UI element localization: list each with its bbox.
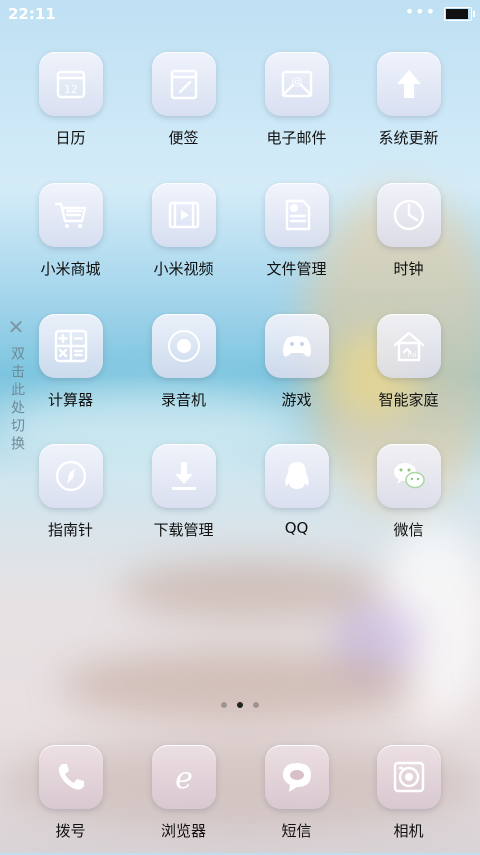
dock-camera[interactable]: 相机 (352, 745, 465, 855)
svg-text:e: e (175, 761, 193, 795)
download-icon[interactable] (151, 444, 216, 508)
status-bar: 22:11 ••• (0, 0, 480, 28)
app-clock[interactable]: 时钟 (352, 183, 465, 293)
app-gamepad[interactable]: 游戏 (240, 314, 353, 424)
file-manager-icon[interactable] (264, 183, 329, 247)
calendar-icon[interactable]: 12 (38, 52, 103, 116)
status-time: 22:11 (8, 5, 56, 23)
app-video[interactable]: 小米视频 (127, 183, 240, 293)
app-calendar[interactable]: 12 日历 (14, 52, 127, 162)
app-label: 下载管理 (153, 521, 214, 539)
page-indicator (0, 702, 480, 708)
app-label: 电子邮件 (266, 129, 327, 147)
app-shopping-cart[interactable]: 小米商城 (14, 183, 127, 293)
battery-icon (444, 7, 475, 21)
gamepad-icon[interactable] (264, 314, 329, 378)
phone-icon[interactable] (38, 745, 103, 809)
browser-icon[interactable]: e (151, 745, 216, 809)
smart-home-icon[interactable]: mi (376, 314, 441, 378)
wechat-icon[interactable] (376, 444, 441, 508)
dock-browser[interactable]: e 浏览器 (127, 745, 240, 855)
app-calculator[interactable]: 计算器 (14, 314, 127, 424)
page-dot (221, 702, 227, 708)
app-notes[interactable]: 便签 (127, 52, 240, 162)
app-label: 时钟 (393, 260, 424, 278)
notes-icon[interactable] (151, 52, 216, 116)
video-icon[interactable] (151, 183, 216, 247)
svg-text:12: 12 (64, 83, 78, 96)
app-label: 智能家庭 (378, 391, 439, 409)
recorder-icon[interactable] (151, 314, 216, 378)
dock-label: 拨号 (55, 822, 86, 840)
app-recorder[interactable]: 录音机 (127, 314, 240, 424)
app-label: 日历 (55, 129, 86, 147)
app-download[interactable]: 下载管理 (127, 444, 240, 554)
app-label: 小米视频 (153, 260, 214, 278)
app-label: 文件管理 (266, 260, 327, 278)
dock-label: 短信 (281, 822, 312, 840)
signal-indicator: ••• (404, 2, 436, 21)
shopping-cart-icon[interactable] (38, 183, 103, 247)
message-icon[interactable] (264, 745, 329, 809)
dock-message[interactable]: 短信 (240, 745, 353, 855)
email-icon[interactable]: @ (264, 52, 329, 116)
clock-icon[interactable] (376, 183, 441, 247)
calculator-icon[interactable] (38, 314, 103, 378)
page-dot (237, 702, 243, 708)
svg-text:@: @ (291, 75, 302, 88)
update-arrow-icon[interactable] (376, 52, 441, 116)
app-label: QQ (284, 519, 309, 537)
dock-label: 浏览器 (160, 822, 206, 840)
page-dot (253, 702, 259, 708)
app-label: 微信 (393, 521, 424, 539)
app-compass[interactable]: 指南针 (14, 444, 127, 554)
app-label: 计算器 (47, 391, 93, 409)
camera-icon[interactable] (376, 745, 441, 809)
app-update-arrow[interactable]: 系统更新 (352, 52, 465, 162)
app-file-manager[interactable]: 文件管理 (240, 183, 353, 293)
app-email[interactable]: @ 电子邮件 (240, 52, 353, 162)
app-smart-home[interactable]: mi 智能家庭 (352, 314, 465, 424)
qq-penguin-icon[interactable] (264, 444, 329, 508)
app-label: 游戏 (281, 391, 312, 409)
compass-icon[interactable] (38, 444, 103, 508)
app-label: 录音机 (160, 391, 206, 409)
app-qq-penguin[interactable]: QQ (240, 444, 353, 554)
app-label: 系统更新 (378, 129, 439, 147)
dock-phone[interactable]: 拨号 (14, 745, 127, 855)
app-wechat[interactable]: 微信 (352, 444, 465, 554)
dock-label: 相机 (393, 822, 424, 840)
app-label: 便签 (168, 129, 199, 147)
app-label: 指南针 (47, 521, 93, 539)
app-label: 小米商城 (40, 260, 101, 278)
